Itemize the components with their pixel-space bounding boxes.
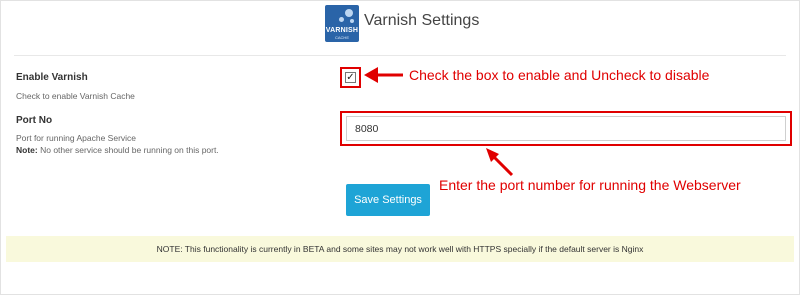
port-arrow-line	[492, 155, 514, 177]
port-annotation: Enter the port number for running the We…	[439, 177, 741, 193]
checkbox-arrow-head	[364, 67, 378, 83]
annotation-arrows	[364, 67, 514, 177]
checkbox-annotation: Check the box to enable and Uncheck to d…	[409, 67, 710, 83]
